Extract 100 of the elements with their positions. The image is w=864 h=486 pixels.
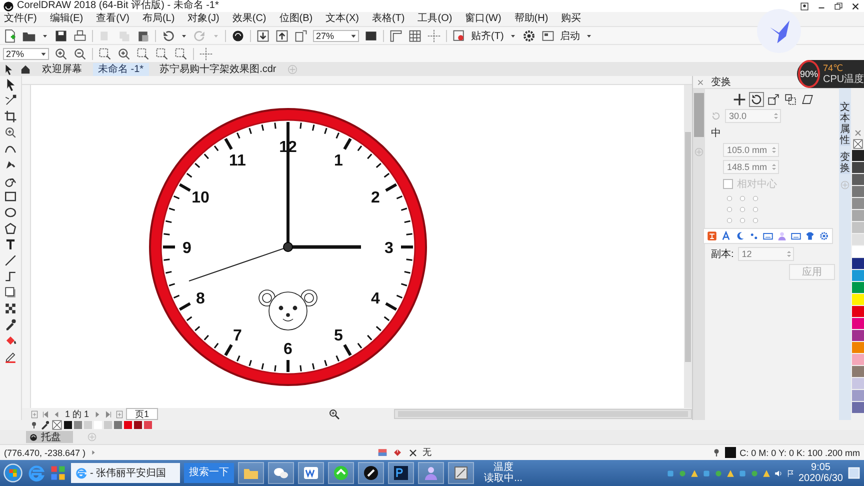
input-field[interactable]: 105.0 mm	[723, 143, 779, 157]
color-swatch[interactable]	[852, 330, 864, 341]
window-icon[interactable]	[540, 28, 555, 42]
no-color-swatch-icon[interactable]	[852, 139, 864, 149]
color-swatch[interactable]	[852, 186, 864, 197]
menu-item[interactable]: 查看(V)	[96, 12, 130, 26]
docker-tab[interactable]: 文本属性	[840, 102, 850, 146]
color-swatch[interactable]	[852, 222, 864, 233]
last-page-icon[interactable]	[104, 410, 114, 418]
color-swatch[interactable]	[852, 366, 864, 377]
outline-tool-icon[interactable]	[4, 350, 17, 363]
color-swatch[interactable]	[852, 294, 864, 305]
letter-a-icon[interactable]	[721, 231, 731, 241]
checkbox[interactable]	[723, 179, 733, 189]
menu-item[interactable]: 购买	[561, 12, 582, 26]
color-swatch[interactable]	[852, 378, 864, 389]
dots-icon[interactable]	[749, 231, 759, 241]
moon-icon[interactable]	[735, 231, 745, 241]
fill-tool-icon[interactable]	[4, 334, 17, 347]
color-swatch[interactable]	[852, 306, 864, 317]
color-swatch[interactable]	[852, 282, 864, 293]
paste-icon[interactable]	[136, 28, 150, 42]
input-field[interactable]: 148.5 mm	[723, 160, 779, 174]
taskbar-button[interactable]	[358, 462, 384, 484]
menu-item[interactable]: 布局(L)	[142, 12, 175, 26]
crop-tool-icon[interactable]	[4, 110, 17, 123]
eyedropper-icon[interactable]	[40, 420, 50, 430]
menu-item[interactable]: 窗口(W)	[465, 12, 502, 26]
color-swatch[interactable]	[852, 210, 864, 221]
zoom-selected-icon[interactable]	[98, 46, 112, 60]
zoom-tool-icon[interactable]	[4, 126, 17, 139]
eyedropper-tool-icon[interactable]	[4, 318, 17, 331]
color-swatch[interactable]	[852, 162, 864, 173]
color-swatch[interactable]	[134, 421, 142, 429]
line-tool-icon[interactable]	[4, 254, 17, 267]
color-swatch[interactable]	[64, 421, 72, 429]
color-swatch[interactable]	[114, 421, 122, 429]
color-swatch[interactable]	[852, 234, 864, 245]
ime-logo-icon[interactable]	[707, 231, 717, 241]
color-swatch[interactable]	[124, 421, 132, 429]
document-tab[interactable]: 苏宁易购十字架效果图.cdr	[154, 62, 282, 76]
snap-icon[interactable]	[452, 28, 466, 42]
color-swatch[interactable]	[852, 174, 864, 185]
menu-item[interactable]: 位图(B)	[279, 12, 313, 26]
new-document-icon[interactable]	[3, 28, 17, 42]
drop-shadow-tool-icon[interactable]	[4, 286, 17, 299]
export-icon[interactable]	[275, 28, 289, 42]
full-screen-icon[interactable]	[364, 28, 378, 42]
search-button[interactable]: 搜索一下	[184, 463, 234, 483]
user-icon[interactable]	[799, 0, 810, 12]
tray-tab[interactable]: 托盘	[26, 431, 73, 443]
menu-item[interactable]: 编辑(E)	[50, 12, 84, 26]
taskbar-window-button[interactable]: - 张伟丽平安归国	[71, 463, 180, 483]
publish-pdf-icon[interactable]	[294, 28, 308, 42]
tray-icon[interactable]	[774, 468, 782, 478]
menu-item[interactable]: 帮助(H)	[514, 12, 548, 26]
zoom-level-dropdown[interactable]: 27%	[3, 48, 49, 60]
menu-item[interactable]: 工具(O)	[418, 12, 452, 26]
close-icon[interactable]	[850, 0, 861, 12]
transparency-tool-icon[interactable]	[4, 302, 17, 315]
page-tab[interactable]: 页1	[126, 408, 158, 420]
browser-icon[interactable]	[27, 464, 45, 482]
vertical-scrollbar[interactable]	[684, 85, 692, 408]
move-icon[interactable]	[732, 93, 746, 106]
rulers-icon[interactable]	[389, 28, 403, 42]
save-icon[interactable]	[54, 28, 68, 42]
zoom-out-icon[interactable]	[73, 46, 87, 60]
system-clock[interactable]: 9:05 2020/6/30	[798, 462, 843, 484]
keyboard-icon[interactable]	[763, 231, 773, 241]
color-swatch[interactable]	[852, 318, 864, 329]
connector-tool-icon[interactable]	[4, 270, 17, 283]
skew-icon[interactable]	[800, 93, 814, 106]
docker-tab[interactable]: 变换	[840, 152, 850, 174]
polygon-tool-icon[interactable]	[4, 222, 17, 235]
rectangle-tool-icon[interactable]	[4, 190, 17, 203]
guidelines-icon[interactable]	[427, 28, 441, 42]
launch-dropdown[interactable]: 启动	[560, 28, 580, 42]
gear-icon[interactable]	[819, 231, 829, 241]
ellipse-tool-icon[interactable]	[4, 206, 17, 219]
zoom-all-icon[interactable]	[117, 46, 131, 60]
menu-item[interactable]: 文本(X)	[326, 12, 359, 26]
puzzle-icon[interactable]	[49, 464, 67, 482]
keyboard-icon[interactable]	[791, 231, 801, 241]
color-swatch[interactable]	[852, 402, 864, 413]
settings-icon[interactable]	[522, 28, 536, 42]
color-swatch[interactable]	[144, 421, 152, 429]
person-icon[interactable]	[777, 231, 787, 241]
scrollbar-thumb[interactable]	[685, 132, 691, 362]
text-tool-icon[interactable]	[4, 238, 17, 251]
color-swatch[interactable]	[852, 198, 864, 209]
tray-icon[interactable]	[786, 468, 794, 478]
zoom-dropdown[interactable]: 27%	[313, 30, 359, 42]
input-field[interactable]: 12	[738, 247, 794, 261]
printer-icon[interactable]	[73, 28, 87, 42]
no-color-swatch-icon[interactable]	[52, 420, 62, 430]
start-icon[interactable]	[3, 463, 23, 483]
zoom-page-icon[interactable]	[136, 46, 150, 60]
document-tab[interactable]: 欢迎屏幕	[37, 62, 87, 76]
input-field[interactable]: 30.0	[725, 109, 781, 123]
color-swatch[interactable]	[852, 390, 864, 401]
